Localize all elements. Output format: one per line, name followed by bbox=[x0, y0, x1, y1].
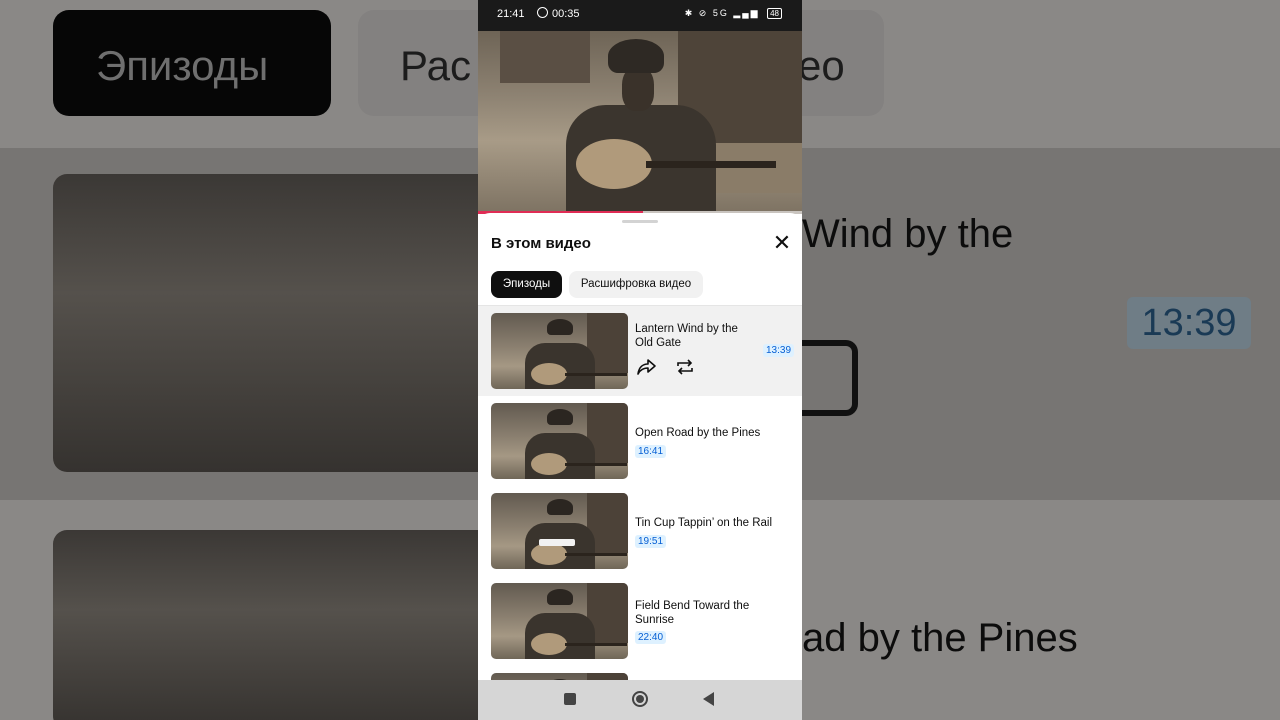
thumbnail-hat bbox=[547, 409, 573, 425]
background-chip-episodes: Эпизоды bbox=[53, 10, 331, 116]
background-row1-time: 13:39 bbox=[1127, 297, 1251, 349]
episode-title: Lantern Wind by the Old Gate bbox=[635, 323, 738, 349]
episode-item[interactable]: Tin Cup Tappin’ on the Rail 19:51 bbox=[478, 486, 802, 576]
video-player[interactable] bbox=[478, 31, 802, 214]
sheet-drag-handle[interactable] bbox=[622, 220, 658, 223]
episode-item[interactable]: Open Road by the Pines 16:41 bbox=[478, 396, 802, 486]
tab-transcript[interactable]: Расшифровка видео bbox=[569, 271, 703, 298]
background-repeat-icon bbox=[800, 340, 858, 416]
thumbnail-hat bbox=[547, 319, 573, 335]
background-row2-title: ad by the Pines bbox=[802, 616, 1078, 660]
background-thumbnail bbox=[53, 530, 493, 720]
home-button[interactable] bbox=[632, 691, 648, 707]
repeat-icon[interactable] bbox=[674, 356, 696, 378]
episode-item[interactable] bbox=[478, 666, 802, 680]
bluetooth-icon: ✱ bbox=[684, 8, 695, 18]
battery-icon: 48 bbox=[767, 8, 782, 19]
background-thumbnail bbox=[53, 174, 493, 472]
back-button[interactable] bbox=[703, 692, 714, 706]
mute-icon: ⊘ bbox=[698, 8, 709, 18]
phone-screen: 21:41 00:35 ✱ ⊘ 5G ▂▄▆ 48 В этом видео ✕… bbox=[478, 0, 802, 720]
thumbnail-guitar bbox=[531, 363, 567, 385]
episode-thumbnail bbox=[491, 583, 628, 659]
network-label: 5G bbox=[712, 8, 729, 18]
episode-title: Open Road by the Pines bbox=[635, 427, 761, 439]
thumbnail-guitar-neck bbox=[565, 643, 627, 646]
episode-item[interactable]: Field Bend Toward the Sunrise 22:40 bbox=[478, 576, 802, 666]
episode-title: Field Bend Toward the Sunrise bbox=[635, 600, 750, 626]
share-icon[interactable] bbox=[635, 356, 657, 378]
episode-title: Tin Cup Tappin’ on the Rail bbox=[635, 517, 773, 529]
background-row1-title: Wind by the bbox=[802, 212, 1014, 256]
thumbnail-caption-bar bbox=[539, 539, 575, 546]
signal-icon: ▂▄▆ bbox=[733, 8, 760, 18]
chapters-sheet: В этом видео ✕ Эпизоды Расшифровка видео… bbox=[478, 213, 802, 680]
background-chip-label-left: Рас bbox=[400, 42, 471, 89]
thumbnail-guitar-neck bbox=[565, 553, 627, 556]
thumbnail-guitar bbox=[531, 453, 567, 475]
video-scene-hat bbox=[608, 39, 664, 73]
video-scene-face bbox=[622, 67, 654, 111]
episode-thumbnail bbox=[491, 403, 628, 479]
thumbnail-guitar bbox=[531, 633, 567, 655]
thumbnail-guitar-neck bbox=[565, 463, 627, 466]
episode-thumbnail bbox=[491, 673, 628, 680]
thumbnail-guitar bbox=[531, 543, 567, 565]
status-bar: 21:41 00:35 ✱ ⊘ 5G ▂▄▆ 48 bbox=[478, 0, 802, 31]
sheet-title: В этом видео bbox=[491, 235, 591, 252]
episode-timestamp[interactable]: 19:51 bbox=[635, 535, 667, 548]
episode-item[interactable]: Lantern Wind by the Old Gate 13:39 bbox=[478, 306, 802, 396]
android-nav-bar bbox=[478, 680, 802, 720]
background-chip-label-right: ео bbox=[798, 42, 845, 89]
timer-icon bbox=[537, 7, 548, 18]
system-icons: ✱ ⊘ 5G ▂▄▆ 48 bbox=[685, 8, 782, 19]
thumbnail-house bbox=[587, 673, 628, 680]
background-chip-label: Эпизоды bbox=[96, 42, 269, 89]
thumbnail-hat bbox=[547, 499, 573, 515]
thumbnail-guitar-neck bbox=[565, 373, 627, 376]
episode-timestamp[interactable]: 13:39 bbox=[763, 344, 795, 357]
video-scene-house bbox=[500, 31, 590, 83]
status-time: 21:41 bbox=[497, 8, 525, 20]
video-scene-guitar bbox=[576, 139, 652, 189]
tab-episodes[interactable]: Эпизоды bbox=[491, 271, 562, 298]
video-scene-guitar-neck bbox=[646, 161, 776, 168]
thumbnail-hat bbox=[547, 589, 573, 605]
episode-thumbnail bbox=[491, 493, 628, 569]
recents-button[interactable] bbox=[564, 693, 576, 705]
episode-list: Lantern Wind by the Old Gate 13:39 Open … bbox=[478, 306, 802, 680]
close-icon[interactable]: ✕ bbox=[771, 232, 793, 255]
episode-thumbnail bbox=[491, 313, 628, 389]
episode-timestamp[interactable]: 22:40 bbox=[635, 631, 667, 644]
status-timer: 00:35 bbox=[552, 8, 580, 20]
episode-timestamp[interactable]: 16:41 bbox=[635, 445, 667, 458]
